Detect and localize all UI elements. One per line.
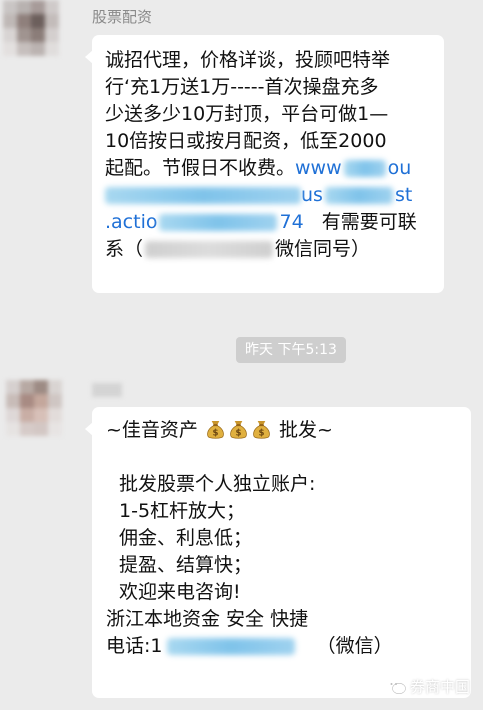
message-text: us st xyxy=(105,182,434,209)
svg-text:$: $ xyxy=(235,429,241,439)
message-text: 1-5杠杆放大； xyxy=(119,500,246,522)
message-text: 系（ 微信同号） xyxy=(105,236,434,263)
message-text: ~佳音资产 xyxy=(106,419,198,441)
money-bag-icon: $ xyxy=(230,420,247,439)
sender-name: 股票配资 xyxy=(92,8,153,26)
message-text: 提盈、结算快； xyxy=(119,554,253,576)
message-text: 起配。节假日不收费。 xyxy=(105,157,296,179)
avatar[interactable] xyxy=(3,0,59,56)
redacted-blur xyxy=(145,241,274,258)
message-bubble[interactable]: ~佳音资产 $ $ $ 批发~ 批发股票个人独立账户: 1-5杠杆放大； 佣金、… xyxy=(85,407,471,698)
message-text: 系（ xyxy=(105,238,144,260)
message-text: 少送多少10万封顶，平台可做1— xyxy=(105,103,389,125)
message-text: 有需要可联 xyxy=(321,211,417,233)
message-text: （微信） xyxy=(316,635,393,657)
timestamp: 昨天 下午5:13 xyxy=(236,337,346,363)
svg-text:$: $ xyxy=(212,429,218,439)
message-text: 行‘充1万送1万-----首次操盘充多 xyxy=(105,76,379,98)
message-text: 起配。节假日不收费。www ou xyxy=(105,155,434,182)
avatar[interactable] xyxy=(6,380,62,436)
message-text: 10倍按日或按月配资，低至2000 xyxy=(105,130,387,152)
svg-text:$: $ xyxy=(258,429,264,439)
message-text: 浙江本地资金 安全 快捷 xyxy=(106,608,309,630)
redacted-blur xyxy=(159,214,278,231)
watermark: 券商中国 xyxy=(386,676,470,697)
message-text: 欢迎来电咨询! xyxy=(119,581,241,603)
message-text: 批发~ xyxy=(279,419,333,441)
redacted-blur xyxy=(166,638,295,655)
redacted-blur xyxy=(343,160,386,177)
message-text: 佣金、利息低； xyxy=(119,527,253,549)
watermark-text: 券商中国 xyxy=(409,678,470,696)
link-text[interactable]: www xyxy=(295,157,342,179)
message-text: 诚招代理，价格详谈，投顾吧特举 xyxy=(105,49,391,71)
sender-name xyxy=(92,383,122,397)
message-text: 电话:1 （微信） xyxy=(106,633,461,660)
redacted-blur xyxy=(324,187,393,204)
message-text: 批发股票个人独立账户: xyxy=(119,473,316,495)
link-text[interactable]: ou xyxy=(388,157,412,179)
money-bag-icon: $ xyxy=(253,420,270,439)
message-text: 微信同号） xyxy=(275,238,371,260)
link-text[interactable]: .actio xyxy=(105,211,157,233)
redacted-blur xyxy=(105,187,301,204)
link-text[interactable]: us xyxy=(301,184,323,206)
message-bubble[interactable]: 诚招代理，价格详谈，投顾吧特举 行‘充1万送1万-----首次操盘充多 少送多少… xyxy=(85,35,444,293)
message-text: .actio 74 有需要可联 xyxy=(105,209,434,236)
message-text: ~佳音资产 $ $ $ 批发~ xyxy=(106,417,461,444)
link-text[interactable]: 74 xyxy=(279,211,303,233)
message-text: 电话:1 xyxy=(106,635,163,657)
message-text xyxy=(106,444,461,471)
money-bag-icon: $ xyxy=(207,420,224,439)
wechat-icon xyxy=(386,679,406,694)
link-text[interactable]: st xyxy=(395,184,412,206)
